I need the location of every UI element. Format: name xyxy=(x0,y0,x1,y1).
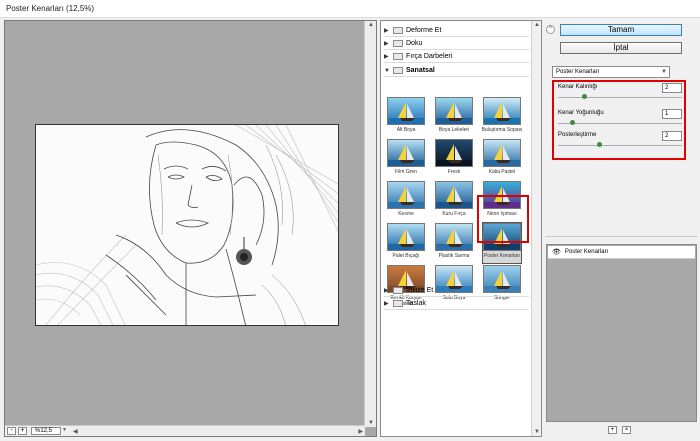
folder-taslak[interactable]: ▶ Taslak xyxy=(384,298,529,310)
chevron-right-icon[interactable]: ▶ xyxy=(384,300,390,307)
filter-select-value: Poster Kenarları xyxy=(556,69,600,75)
folder-icon xyxy=(393,300,403,307)
folder-open-icon xyxy=(393,67,403,74)
chevron-right-icon[interactable]: ▶ xyxy=(384,27,390,34)
sailboat-icon xyxy=(388,228,424,250)
collapse-icon[interactable]: ^ xyxy=(546,25,555,34)
chevron-right-icon[interactable]: ▶ xyxy=(384,287,390,294)
filter-thumbnail-label: Boya Lekeleri xyxy=(438,127,470,133)
filter-thumbnail[interactable]: Fresk xyxy=(435,139,473,179)
ok-button[interactable]: Tamam xyxy=(560,24,682,36)
filter-thumbnail-image xyxy=(435,181,473,209)
folder-icon xyxy=(393,27,403,34)
panel-divider xyxy=(546,236,697,237)
filter-thumbnail[interactable]: Kalia Pastel xyxy=(483,139,521,179)
filter-thumbnail-label: Kesme xyxy=(398,211,414,217)
chevron-right-icon[interactable]: ▶ xyxy=(384,53,390,60)
filter-thumbnail-label: Kuru Fırça xyxy=(442,211,466,217)
scroll-down-icon[interactable]: ▼ xyxy=(368,420,374,426)
zoom-control: - + %12,5 ▼ xyxy=(5,425,71,436)
filter-thumbnail-image xyxy=(387,97,425,125)
filter-thumbnail[interactable]: Kuru Fırça xyxy=(435,181,473,221)
folder-label: Sanatsal xyxy=(406,67,435,74)
scroll-right-icon[interactable]: ▶ xyxy=(358,428,363,435)
window-title: Poster Kenarları (12,5%) xyxy=(6,4,95,13)
filter-thumbnail[interactable]: Buluştırma Sopası xyxy=(482,97,522,137)
effect-layer-row[interactable]: 👁 Poster Kenarları xyxy=(548,246,695,259)
filter-thumbnail-image xyxy=(435,223,473,251)
preview-horizontal-scrollbar[interactable]: ◀ ▶ xyxy=(71,425,365,436)
zoom-out-button[interactable]: - xyxy=(7,427,16,435)
filter-thumbnail[interactable]: Alt Boya xyxy=(387,97,425,137)
folder-label: Deforme Et xyxy=(406,27,442,34)
chevron-down-icon[interactable]: ▼ xyxy=(661,67,667,77)
filter-thumbnail-label: Kalia Pastel xyxy=(488,169,516,175)
effect-layers-panel: 👁 Poster Kenarları xyxy=(546,244,697,422)
folder-label: Taslak xyxy=(406,300,426,307)
filter-thumbnail-image xyxy=(387,139,425,167)
folder-firca-darbeleri[interactable]: ▶ Fırça Darbeleri xyxy=(384,51,529,63)
zoom-level-field[interactable]: %12,5 xyxy=(31,427,61,435)
chevron-down-icon[interactable]: ▼ xyxy=(384,68,390,74)
new-effect-layer-icon[interactable]: + xyxy=(608,426,617,434)
trash-icon[interactable]: × xyxy=(622,426,631,434)
scroll-down-icon[interactable]: ▼ xyxy=(534,429,540,435)
folder-sanatsal[interactable]: ▼ Sanatsal xyxy=(384,65,529,77)
sailboat-icon xyxy=(436,186,472,208)
filter-thumbnail[interactable]: Boya Lekeleri xyxy=(435,97,473,137)
selected-filter-highlight xyxy=(477,195,529,243)
chevron-right-icon[interactable]: ▶ xyxy=(384,40,390,47)
sailboat-icon xyxy=(388,102,424,124)
sailboat-icon xyxy=(388,186,424,208)
filter-thumbnail-image xyxy=(483,97,521,125)
folder-doku[interactable]: ▶ Doku xyxy=(384,38,529,50)
sailboat-icon xyxy=(436,228,472,250)
title-bar: Poster Kenarları (12,5%) xyxy=(0,0,700,18)
filter-thumbnail-label: Film Gren xyxy=(395,169,417,175)
eye-icon[interactable]: 👁 xyxy=(552,248,561,256)
sailboat-icon xyxy=(388,144,424,166)
sailboat-icon xyxy=(484,144,520,166)
folder-label: Fırça Darbeleri xyxy=(406,53,453,60)
folder-icon xyxy=(393,53,403,60)
folder-deforme-et[interactable]: ▶ Deforme Et xyxy=(384,25,529,37)
filter-thumbnail-image xyxy=(435,97,473,125)
sailboat-icon xyxy=(436,102,472,124)
folder-icon xyxy=(393,40,403,47)
folder-icon xyxy=(393,287,403,294)
scroll-up-icon[interactable]: ▲ xyxy=(534,22,540,28)
chevron-down-icon[interactable]: ▼ xyxy=(62,427,70,435)
parameters-highlight xyxy=(552,80,686,160)
scroll-left-icon[interactable]: ◀ xyxy=(73,428,78,435)
preview-panel[interactable]: ▲ ▼ ◀ ▶ - + %12,5 ▼ xyxy=(4,20,377,437)
filter-thumbnail[interactable]: Palet Bıçağı xyxy=(387,223,425,263)
filter-thumbnail-label: Plastik Sarma xyxy=(438,253,470,259)
filter-thumbnail-label: Buluştırma Sopası xyxy=(481,127,523,133)
sailboat-icon xyxy=(484,102,520,124)
filter-select[interactable]: Poster Kenarları ▼ xyxy=(552,66,670,78)
scroll-up-icon[interactable]: ▲ xyxy=(368,22,374,28)
filter-thumbnail-label: Alt Boya xyxy=(396,127,416,133)
effect-layer-label: Poster Kenarları xyxy=(564,249,609,255)
filter-thumbnail[interactable]: Film Gren xyxy=(387,139,425,179)
filter-thumbnail-image xyxy=(387,223,425,251)
filter-thumbnail[interactable]: Plastik Sarma xyxy=(435,223,473,263)
filter-thumbnail-label: Fresk xyxy=(447,169,461,175)
filter-thumbnail-label: Poster Kenarları xyxy=(483,253,521,259)
sailboat-icon xyxy=(436,144,472,166)
filter-thumbnail-image xyxy=(387,181,425,209)
preview-vertical-scrollbar[interactable]: ▲ ▼ xyxy=(364,21,376,427)
preview-canvas[interactable] xyxy=(35,124,339,326)
filter-thumbnail[interactable]: Kesme xyxy=(387,181,425,221)
filter-thumbnail-label: Palet Bıçağı xyxy=(392,253,420,259)
filter-thumbnail-image xyxy=(483,139,521,167)
filter-thumbnail-image xyxy=(435,139,473,167)
zoom-in-button[interactable]: + xyxy=(18,427,27,435)
folder-stilize-et[interactable]: ▶ Stilize Et xyxy=(384,285,529,297)
cancel-button[interactable]: İptal xyxy=(560,42,682,54)
folder-label: Doku xyxy=(406,40,423,47)
gallery-scrollbar[interactable]: ▲ ▼ xyxy=(531,21,541,436)
sketch-portrait-image xyxy=(36,125,338,325)
folder-label: Stilize Et xyxy=(406,287,434,294)
